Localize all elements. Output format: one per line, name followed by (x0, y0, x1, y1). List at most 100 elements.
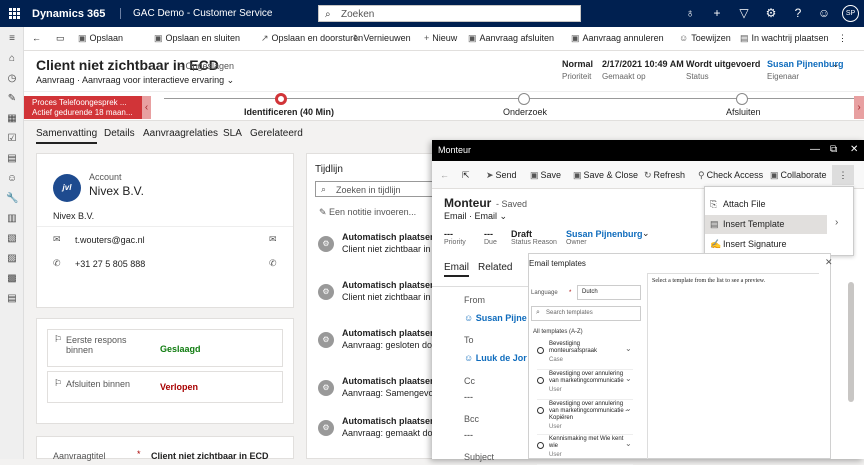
dialog-owner-value[interactable]: Susan Pijnenburg (566, 229, 643, 239)
account-name[interactable]: Nivex B.V. (89, 184, 144, 198)
stage-identificeren[interactable]: Identificeren (40 Min) (244, 107, 334, 117)
process-flag[interactable]: Proces Telefoongesprek ... Actief geduren… (24, 96, 142, 119)
cmd-save[interactable]: ▣ Save (530, 170, 561, 181)
person-icon[interactable]: ☺ (816, 6, 832, 20)
app-launcher-icon[interactable] (9, 8, 20, 19)
tab-gerelateerd[interactable]: Gerelateerd (250, 128, 303, 139)
process-line (164, 98, 854, 99)
dialog-form-selector[interactable]: Email · Email ⌄ (444, 211, 507, 222)
note-input[interactable]: ✎ Een notitie invoeren... (319, 207, 416, 218)
stage-dot-active[interactable] (275, 93, 287, 105)
form-icon[interactable]: ▭ (56, 33, 65, 44)
title-value[interactable]: Client niet zichtbaar in ECD (151, 451, 269, 461)
timeline-item[interactable]: ⚙ Automatisch plaatsen Aanvraag: gemaakt d… (315, 416, 432, 458)
timeline-item[interactable]: ⚙ Automatisch plaatsen Client niet zichtba… (315, 280, 432, 322)
send-mail-icon[interactable]: ✉ (269, 234, 277, 245)
chevron-right-icon[interactable]: › (835, 217, 838, 228)
dialog-tab-related[interactable]: Related (478, 262, 512, 273)
account-email[interactable]: t.wouters@gac.nl (75, 235, 145, 245)
cmd-collaborate[interactable]: ▣ Collaborate (770, 170, 827, 181)
dashboard-icon[interactable]: ▦ (6, 113, 18, 125)
from-value[interactable]: ☺ Susan Pijne (464, 313, 527, 323)
stage-afsluiten[interactable]: Afsluiten (726, 107, 761, 117)
global-search-input[interactable]: ⌕ Zoeken (318, 5, 581, 22)
cmd-check-access[interactable]: ⚲ Check Access (698, 170, 763, 181)
tab-sla[interactable]: SLA (223, 128, 242, 139)
cmd-nieuw[interactable]: + Nieuw (424, 33, 457, 43)
lightbulb-icon[interactable]: ♁ (682, 6, 698, 20)
template-item[interactable]: Kennismaking met Wie kent wie User ⌄ (537, 436, 633, 465)
more-icon[interactable]: ⋮ (838, 33, 847, 44)
close-icon[interactable]: ✕ (850, 144, 858, 155)
cmd-wachtrij[interactable]: ▤ In wachtrij plaatsen (740, 33, 829, 44)
cmd-vernieuwen[interactable]: ↻ Vernieuwen (353, 33, 411, 44)
minimize-icon[interactable]: — (810, 144, 820, 155)
open-window-icon[interactable]: ⇱ (462, 170, 470, 181)
call-icon[interactable]: ✆ (269, 258, 277, 269)
avatar[interactable]: SP (842, 5, 859, 22)
maximize-icon[interactable]: ⧉ (830, 144, 837, 155)
chevron-left-icon[interactable]: ‹ (142, 96, 151, 119)
contacts-icon[interactable]: ☺ (6, 173, 18, 185)
plus-icon[interactable]: + (709, 6, 725, 20)
back-icon[interactable]: ← (32, 33, 41, 43)
scrollbar[interactable] (848, 282, 854, 402)
timeline-item[interactable]: ⚙ Automatisch plaatsen Aanvraag: gesloten … (315, 328, 432, 370)
close-icon[interactable]: ✕ (825, 257, 833, 268)
cmd-toewijzen[interactable]: ☺ Toewijzen (679, 33, 731, 43)
home-icon[interactable]: ⌂ (6, 53, 18, 65)
menu-insert-signature[interactable]: ✍ Insert Signature (705, 235, 827, 254)
back-icon[interactable]: ← (440, 170, 449, 180)
header-expand-icon[interactable]: ⌄ (832, 59, 840, 70)
language-select[interactable]: Dutch (577, 285, 641, 300)
reports-icon[interactable]: ▨ (6, 253, 18, 265)
queues-icon[interactable]: ▥ (6, 213, 18, 225)
bcc-value[interactable]: --- (464, 430, 473, 440)
cmd-opslaan-doorsturen[interactable]: ↗ Opslaan en doorsturen (261, 33, 363, 44)
template-item[interactable]: Bevestiging over annulering van marketin… (537, 401, 633, 435)
to-value[interactable]: ☺ Luuk de Jor (464, 353, 527, 363)
cmd-refresh[interactable]: ↻ Refresh (644, 170, 685, 181)
timeline-search[interactable]: ⌕ Zoeken in tijdlijn (315, 181, 432, 197)
form-selector[interactable]: Aanvraag · Aanvraag voor interactieve er… (36, 75, 234, 86)
activities-icon[interactable]: ☑ (6, 133, 18, 145)
menu-attach-file[interactable]: ⎘ Attach File (705, 195, 827, 214)
menu-insert-template[interactable]: ▤ Insert Template (705, 215, 827, 234)
timeline-item[interactable]: ⚙ Automatisch plaatsen Client niet zichtba… (315, 232, 432, 274)
template-item[interactable]: Bevestiging monteursafspraak Case ⌄ (537, 341, 633, 370)
cmd-opslaan-sluiten[interactable]: ▣ Opslaan en sluiten (154, 33, 240, 44)
account-phone[interactable]: +31 27 5 805 888 (75, 259, 145, 269)
timeline-item[interactable]: ⚙Automatisch plaatsenAanvraag: Samengevo… (315, 376, 432, 418)
brand-name[interactable]: Dynamics 365 (32, 8, 105, 20)
tab-samenvatting[interactable]: Samenvatting (36, 128, 98, 144)
hamburger-icon[interactable]: ≡ (6, 33, 18, 45)
template-item[interactable]: Bevestiging over annulering van marketin… (537, 371, 633, 400)
chevron-down-icon[interactable]: ⌄ (642, 228, 650, 239)
cmd-save-close[interactable]: ▣ Save & Close (573, 170, 638, 181)
stage-dot-afsluiten[interactable] (736, 93, 748, 105)
more-icon[interactable]: ⋮ (832, 165, 854, 185)
documents-icon[interactable]: ▩ (6, 273, 18, 285)
cmd-send[interactable]: ➤ Send (486, 170, 517, 181)
tab-details[interactable]: Details (104, 128, 135, 139)
template-search-input[interactable]: ⌕ Search templates (531, 306, 641, 321)
filter-icon[interactable]: ▽ (736, 6, 752, 20)
stage-dot-onderzoek[interactable] (518, 93, 530, 105)
stage-onderzoek[interactable]: Onderzoek (503, 107, 547, 117)
gear-icon[interactable]: ⚙ (763, 6, 779, 20)
app-name[interactable]: GAC Demo - Customer Service (120, 8, 272, 19)
cmd-opslaan[interactable]: ▣ Opslaan (78, 33, 123, 44)
cmd-aanvraag-afsluiten[interactable]: ▣ Aanvraag afsluiten (468, 33, 554, 44)
cases-icon[interactable]: 🔧 (6, 193, 18, 205)
accounts-icon[interactable]: ▤ (6, 153, 18, 165)
knowledge-icon[interactable]: ▧ (6, 233, 18, 245)
dialog-tab-email[interactable]: Email (444, 262, 470, 277)
pin-icon[interactable]: ✎ (6, 93, 18, 105)
cmd-aanvraag-annuleren[interactable]: ▣ Aanvraag annuleren (571, 33, 664, 44)
help-icon[interactable]: ? (790, 6, 806, 20)
chevron-right-icon[interactable]: › (854, 96, 864, 119)
recent-icon[interactable]: ◷ (6, 73, 18, 85)
tab-aanvraagrelaties[interactable]: Aanvraagrelaties (143, 128, 218, 139)
cc-value[interactable]: --- (464, 392, 473, 402)
list-icon[interactable]: ▤ (6, 293, 18, 305)
